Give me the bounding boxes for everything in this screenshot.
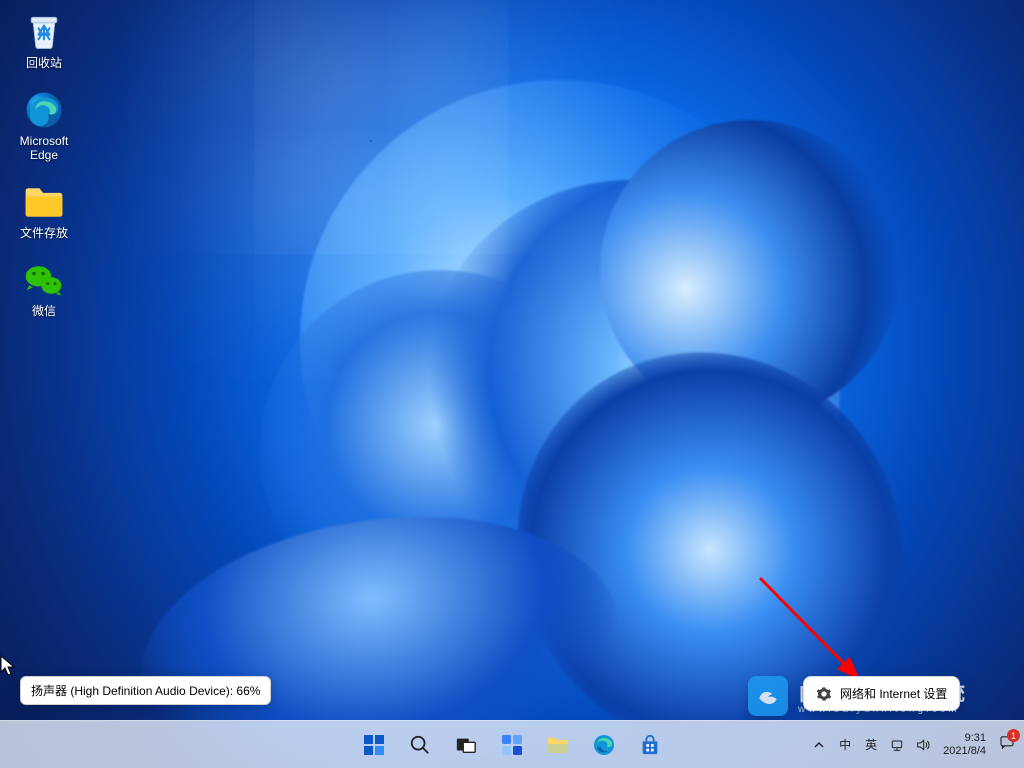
windows-logo-icon: [362, 733, 386, 757]
system-tray: 中 英 9:31 2021/8/4 1: [807, 721, 1020, 768]
wechat-icon: [22, 258, 66, 302]
folder-icon: [546, 733, 570, 757]
tray-ime-button[interactable]: 中: [833, 725, 857, 765]
file-explorer-button[interactable]: [538, 725, 578, 765]
chevron-up-icon: [813, 739, 825, 751]
desktop-icon-label: 文件存放: [20, 226, 68, 240]
search-button[interactable]: [400, 725, 440, 765]
edge-icon: [592, 733, 616, 757]
search-icon: [409, 734, 431, 756]
ime-icon: 中: [839, 736, 851, 753]
network-context-menu: 网络和 Internet 设置: [803, 676, 960, 711]
speaker-tooltip: 扬声器 (High Definition Audio Device): 66%: [20, 676, 271, 705]
start-button[interactable]: [354, 725, 394, 765]
network-icon: [889, 737, 905, 753]
taskbar-center: [354, 721, 670, 768]
tray-overflow-button[interactable]: [807, 725, 831, 765]
widgets-icon: [500, 733, 524, 757]
clock-time: 9:31: [943, 732, 986, 745]
desktop-icon-edge[interactable]: Microsoft Edge: [6, 84, 82, 166]
tray-network-button[interactable]: [885, 725, 909, 765]
network-settings-label: 网络和 Internet 设置: [840, 685, 947, 702]
desktop-icons: 回收站 Microsoft Edge 文件存放 微信: [6, 6, 82, 322]
widgets-button[interactable]: [492, 725, 532, 765]
clock-date: 2021/8/4: [943, 745, 986, 758]
desktop-icon-label: 回收站: [26, 56, 62, 70]
notification-button[interactable]: 1: [994, 725, 1020, 765]
desktop-icon-folder[interactable]: 文件存放: [6, 176, 82, 244]
recycle-bin-icon: [22, 10, 66, 54]
watermark-logo-icon: [748, 676, 788, 716]
store-icon: [639, 734, 661, 756]
folder-icon: [22, 180, 66, 224]
speaker-icon: [915, 737, 931, 753]
speaker-tooltip-text: 扬声器 (High Definition Audio Device): 66%: [31, 684, 260, 698]
ime-punct-icon: 英: [865, 736, 877, 753]
tray-volume-button[interactable]: [911, 725, 935, 765]
cursor-icon: [0, 655, 16, 677]
taskbar-clock[interactable]: 9:31 2021/8/4: [937, 732, 992, 758]
tray-ime-mode-button[interactable]: 英: [859, 725, 883, 765]
store-button[interactable]: [630, 725, 670, 765]
desktop[interactable]: 白云一键重装系统 www.baiyunxitong.com 回收站 Micros…: [0, 0, 1024, 768]
edge-icon: [22, 88, 66, 132]
network-settings-menu-item[interactable]: 网络和 Internet 设置: [808, 681, 955, 706]
taskbar: 中 英 9:31 2021/8/4 1: [0, 720, 1024, 768]
desktop-icon-wechat[interactable]: 微信: [6, 254, 82, 322]
task-view-icon: [455, 734, 477, 756]
desktop-icon-label: 微信: [32, 304, 56, 318]
notification-badge: 1: [1007, 729, 1020, 742]
desktop-icon-recycle-bin[interactable]: 回收站: [6, 6, 82, 74]
edge-button[interactable]: [584, 725, 624, 765]
task-view-button[interactable]: [446, 725, 486, 765]
gear-icon: [816, 686, 832, 702]
desktop-icon-label: Microsoft Edge: [20, 134, 69, 162]
